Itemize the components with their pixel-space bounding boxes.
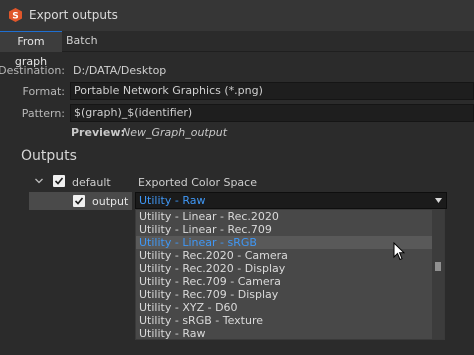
color-space-selected-value: Utility - Raw — [139, 194, 206, 207]
format-label: Format: — [22, 85, 65, 98]
dropdown-option[interactable]: Utility - Rec.709 - Camera — [136, 275, 432, 288]
default-group-label: default — [72, 176, 111, 189]
checkmark-icon — [54, 177, 64, 185]
dropdown-option-highlighted[interactable]: Utility - Linear - sRGB — [136, 236, 432, 249]
dropdown-option[interactable]: Utility - sRGB - Texture — [136, 314, 432, 327]
color-space-dropdown-list[interactable]: Utility - Linear - Rec.2020 Utility - Li… — [135, 209, 445, 340]
dropdown-option[interactable]: Utility - Linear - Rec.709 — [136, 223, 432, 236]
dropdown-option[interactable]: Utility - Rec.709 - Display — [136, 288, 432, 301]
format-select[interactable]: Portable Network Graphics (*.png) — [70, 82, 474, 100]
dropdown-option[interactable]: Utility - Linear - Rec.2020 — [136, 210, 432, 223]
dropdown-scrollbar[interactable] — [432, 210, 444, 339]
default-group-checkbox[interactable] — [53, 175, 65, 187]
window-title: Export outputs — [29, 8, 118, 22]
tab-batch[interactable]: Batch — [63, 31, 99, 52]
tab-from-graph[interactable]: From graph — [0, 31, 62, 68]
destination-label: Destination: — [0, 64, 65, 77]
tab-bar: From graph Batch — [0, 31, 474, 68]
preview-value: New_Graph_output — [122, 126, 228, 139]
dropdown-option[interactable]: Utility - Rec.2020 - Camera — [136, 249, 432, 262]
pattern-input[interactable]: $(graph)_$(identifier) — [70, 104, 474, 122]
color-space-select[interactable]: Utility - Raw — [135, 192, 447, 209]
svg-text:S: S — [12, 12, 18, 22]
chevron-down-icon[interactable] — [34, 176, 44, 186]
window-titlebar: S Export outputs — [0, 0, 474, 31]
dropdown-option[interactable]: Utility - Rec.2020 - Display — [136, 262, 432, 275]
dropdown-scrollbar-thumb[interactable] — [435, 262, 441, 271]
exported-color-space-header: Exported Color Space — [138, 176, 257, 189]
preview-label: Preview: — [71, 126, 125, 139]
dropdown-arrow-icon — [435, 198, 442, 203]
output-label: output — [92, 195, 129, 208]
dropdown-option[interactable]: Utility - Raw — [136, 327, 432, 339]
pattern-label: Pattern: — [21, 107, 65, 120]
dropdown-option[interactable]: Utility - XYZ - D60 — [136, 301, 432, 314]
destination-path[interactable]: D:/DATA/Desktop — [73, 64, 166, 77]
checkmark-icon — [74, 197, 84, 205]
app-logo-icon: S — [9, 8, 22, 22]
output-checkbox[interactable] — [73, 195, 85, 207]
outputs-heading: Outputs — [21, 148, 77, 164]
mouse-cursor-icon — [393, 242, 405, 261]
